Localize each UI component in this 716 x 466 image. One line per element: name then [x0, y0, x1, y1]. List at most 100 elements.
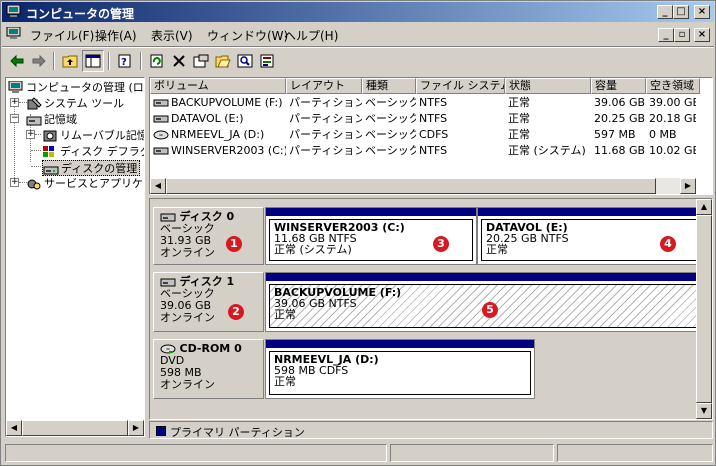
scroll-thumb[interactable]: [166, 178, 656, 194]
tree-label: コンピュータの管理 (ロー: [26, 81, 145, 94]
column-header-volume[interactable]: ボリューム: [150, 78, 286, 94]
partition-c[interactable]: WINSERVER2003 (C:) 11.68 GB NTFS 正常 (システ…: [265, 207, 477, 265]
menu-action[interactable]: 操作(A): [95, 27, 137, 44]
removable-storage-icon: [43, 130, 57, 142]
partition-body: NRMEEVL_JA (D:) 598 MB CDFS 正常: [269, 351, 531, 395]
tree-item-services-applications[interactable]: サービスとアプリケーシ: [26, 176, 144, 192]
disk-icon: [160, 278, 176, 287]
forward-button[interactable]: [28, 50, 50, 72]
column-header-filesystem[interactable]: ファイル システム: [416, 78, 505, 94]
tree-expand-system-tools[interactable]: +: [10, 98, 19, 107]
toolbar: ?: [2, 48, 714, 74]
list-cell[interactable]: DATAVOL (E:): [171, 111, 286, 127]
tree-item-disk-defrag[interactable]: ディスク デフラグ: [42, 144, 144, 160]
mdi-restore-button[interactable]: ▫: [674, 28, 690, 42]
list-cell: 正常 (システム): [508, 144, 586, 157]
menu-bar: ファイル(F) 操作(A) 表示(V) ウィンドウ(W) ヘルプ(H) _ ▫ …: [2, 23, 714, 45]
scroll-right-button[interactable]: ▶: [680, 178, 696, 194]
scroll-up-button[interactable]: ▲: [696, 199, 712, 215]
toolbar-separator: [53, 52, 55, 70]
column-header-capacity[interactable]: 容量: [591, 78, 646, 94]
list-cell: パーティション: [289, 96, 362, 109]
show-hide-tree-button[interactable]: [82, 50, 104, 72]
disk-management-icon: [43, 166, 59, 175]
back-icon: [10, 55, 24, 67]
list-cell: ベーシック: [365, 144, 416, 157]
list-cell: ベーシック: [365, 128, 416, 141]
computer-icon: [6, 5, 21, 17]
disk-status: オンライン: [160, 311, 215, 324]
properties-button[interactable]: [190, 50, 212, 72]
title-bar[interactable]: コンピュータの管理 _ □ ×: [2, 2, 714, 22]
tree-label: ディスクの管理: [61, 162, 138, 175]
disk-0-info[interactable]: ディスク 0 ベーシック 31.93 GB オンライン: [153, 207, 264, 265]
status-bar-section: [557, 444, 713, 462]
help-button[interactable]: ?: [114, 50, 136, 72]
scroll-thumb[interactable]: [22, 420, 128, 436]
computer-management-window: コンピュータの管理 _ □ × ファイル(F) 操作(A) 表示(V) ウィンド…: [0, 0, 716, 466]
cdrom-0-info[interactable]: CD-ROM 0 DVD 598 MB オンライン: [153, 339, 264, 399]
list-cell[interactable]: BACKUPVOLUME (F:): [171, 95, 286, 111]
tree-item-removable-storage[interactable]: リムーバブル記憶: [42, 128, 144, 144]
tree-item-storage[interactable]: 記憶域: [26, 112, 77, 128]
maximize-button[interactable]: □: [673, 5, 689, 19]
column-header-free-space[interactable]: 空き領域: [646, 78, 700, 94]
list-cell[interactable]: WINSERVER2003 (C:): [171, 143, 286, 159]
tree-horizontal-scrollbar[interactable]: ◀ ▶: [6, 420, 144, 436]
tree-label: システム ツール: [44, 97, 125, 110]
services-icon: [27, 179, 41, 190]
tree-item-disk-management[interactable]: ディスクの管理: [42, 160, 141, 176]
partition-bar: [266, 208, 476, 216]
tree-expand-removable[interactable]: +: [26, 130, 35, 139]
toolbar-separator: [108, 52, 110, 70]
column-header-layout[interactable]: レイアウト: [286, 78, 362, 94]
menu-help[interactable]: ヘルプ(H): [284, 27, 338, 44]
column-header-type[interactable]: 種類: [362, 78, 416, 94]
marker-3: 3: [433, 236, 449, 252]
scroll-left-button[interactable]: ◀: [150, 178, 166, 194]
partition-d[interactable]: NRMEEVL_JA (D:) 598 MB CDFS 正常: [265, 339, 535, 399]
list-cell: パーティション: [289, 128, 362, 141]
mdi-minimize-button[interactable]: _: [658, 28, 674, 42]
settings-button[interactable]: [256, 50, 278, 72]
list-cell: CDFS: [419, 128, 449, 141]
close-button[interactable]: ×: [694, 5, 710, 19]
list-cell: 20.18 GB: [649, 112, 696, 125]
up-button[interactable]: [59, 50, 81, 72]
list-horizontal-scrollbar[interactable]: ◀ ▶: [150, 178, 696, 194]
menu-file[interactable]: ファイル(F): [30, 27, 94, 44]
open-button[interactable]: [212, 50, 234, 72]
help-icon: ?: [118, 54, 131, 68]
drive-icon: [153, 99, 169, 107]
disk-status: オンライン: [160, 378, 215, 391]
scroll-right-button[interactable]: ▶: [128, 420, 144, 436]
tree-label: 記憶域: [44, 113, 77, 126]
tree-item-system-tools[interactable]: システム ツール: [26, 96, 124, 112]
search-button[interactable]: [234, 50, 256, 72]
cdrom-icon: [153, 130, 169, 140]
drive-icon: [153, 115, 169, 123]
list-cell[interactable]: NRMEEVL_JA (D:): [171, 127, 286, 143]
tree-collapse-storage[interactable]: −: [10, 114, 19, 123]
delete-button[interactable]: [168, 50, 190, 72]
list-cell: 20.25 GB: [594, 112, 646, 125]
delete-icon: [173, 55, 185, 67]
scroll-left-button[interactable]: ◀: [6, 420, 22, 436]
toolbar-separator: [140, 52, 142, 70]
tree-item-computer-management[interactable]: コンピュータの管理 (ロー: [8, 80, 145, 96]
minimize-button[interactable]: _: [657, 5, 673, 19]
mmc-icon[interactable]: [6, 27, 22, 41]
mdi-close-button[interactable]: ×: [694, 28, 710, 42]
disk-pane-vertical-scrollbar[interactable]: ▲ ▼: [696, 199, 712, 419]
disk-graphic-pane: ディスク 0 ベーシック 31.93 GB オンライン 1 WINSERVER2…: [149, 198, 713, 420]
refresh-button[interactable]: [146, 50, 168, 72]
column-header-status[interactable]: 状態: [505, 78, 591, 94]
back-button[interactable]: [6, 50, 28, 72]
scroll-thumb[interactable]: [696, 215, 712, 403]
scroll-down-button[interactable]: ▼: [696, 403, 712, 419]
menu-window[interactable]: ウィンドウ(W): [207, 27, 288, 44]
menu-view[interactable]: 表示(V): [151, 27, 193, 44]
disk-1-info[interactable]: ディスク 1 ベーシック 39.06 GB オンライン: [153, 272, 264, 332]
list-cell: 10.02 GB: [649, 144, 696, 157]
tree-expand-services[interactable]: +: [10, 178, 19, 187]
